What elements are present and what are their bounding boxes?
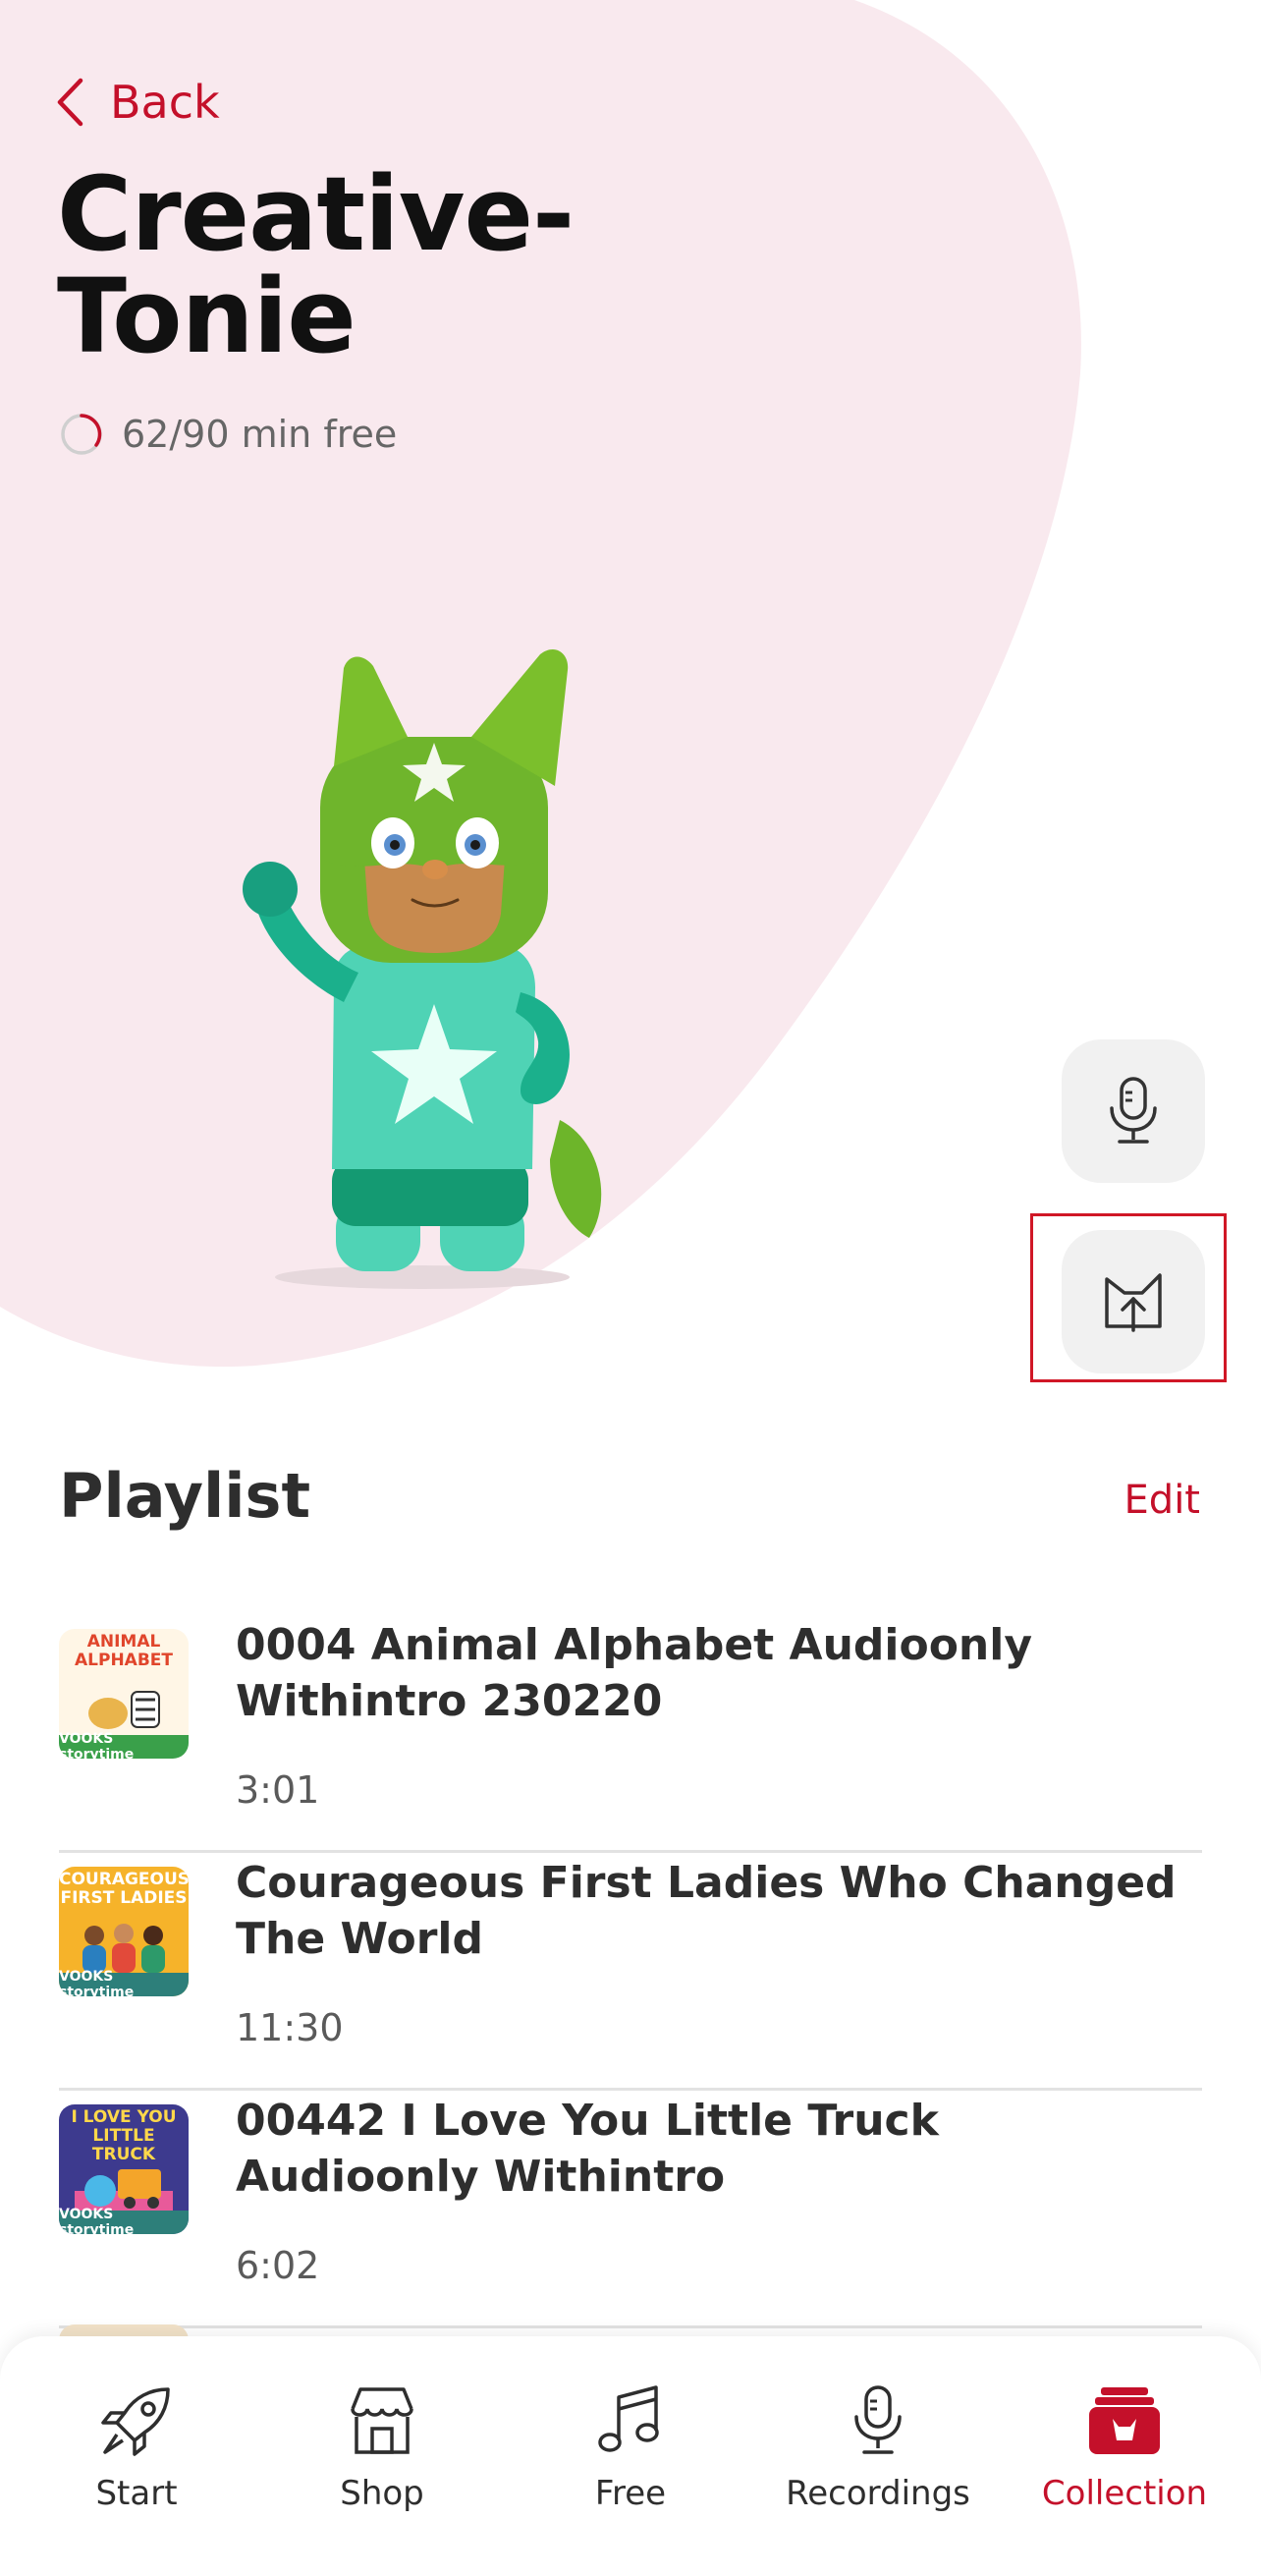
track-cover-label: VOOKS storytime: [59, 2207, 189, 2234]
record-button[interactable]: [1062, 1039, 1205, 1183]
tab-recordings[interactable]: Recordings: [765, 2383, 991, 2531]
playlist-track[interactable]: ANIMAL ALPHABET VOOKS storytime 0004 Ani…: [59, 1617, 1202, 1853]
tab-free[interactable]: Free: [518, 2383, 743, 2531]
tab-label: Shop: [340, 2474, 424, 2513]
music-note-icon: [598, 2385, 659, 2452]
microphone-icon: [854, 2385, 902, 2454]
playlist-heading: Playlist: [59, 1460, 311, 1532]
selection-highlight: [1030, 1213, 1227, 1382]
free-time-label: 62/90 min free: [122, 413, 398, 456]
track-title: 0004 Animal Alphabet Audioonly Withintro…: [236, 1620, 1033, 1726]
track-cover-text: COURAGEOUS FIRST LADIES: [59, 1870, 189, 1908]
microphone-icon: [1110, 1077, 1157, 1144]
tab-label: Free: [594, 2474, 667, 2513]
page-title-line-2: Tonie: [57, 256, 356, 376]
tab-start[interactable]: Start: [24, 2383, 249, 2531]
playlist-track[interactable]: COURAGEOUS FIRST LADIES VOOKS storytime …: [59, 1855, 1202, 2091]
playlist-track[interactable]: I LOVE YOU LITTLE TRUCK VOOKS storytime …: [59, 2093, 1202, 2328]
tab-label: Collection: [1041, 2474, 1208, 2513]
tab-label: Start: [95, 2474, 178, 2513]
back-label: Back: [110, 76, 220, 129]
track-cover-text: I LOVE YOU LITTLE TRUCK: [71, 2107, 177, 2164]
tab-collection[interactable]: Collection: [1012, 2383, 1237, 2531]
track-cover-image: ANIMAL ALPHABET VOOKS storytime: [59, 1629, 189, 1759]
tonie-figure-image: [226, 648, 658, 1297]
track-cover-label: VOOKS storytime: [59, 1731, 189, 1759]
page-title-line-1: Creative-: [57, 154, 575, 274]
chevron-left-icon: [57, 78, 83, 127]
track-cover-label: VOOKS storytime: [59, 1969, 189, 1996]
progress-ring-icon: [61, 414, 102, 455]
track-duration: 6:02: [236, 2244, 320, 2287]
page-title: Creative- Tonie: [57, 154, 575, 376]
track-duration: 3:01: [236, 1768, 320, 1812]
track-title: 00442 I Love You Little Truck Audioonly …: [236, 2096, 939, 2202]
bottom-tab-bar: Start Shop Free Recordings Collection: [0, 2336, 1261, 2576]
tab-shop[interactable]: Shop: [269, 2383, 495, 2531]
rocket-icon: [101, 2387, 170, 2456]
track-cover-image: I LOVE YOU LITTLE TRUCK VOOKS storytime: [59, 2104, 189, 2234]
free-time-indicator: 62/90 min free: [59, 405, 397, 464]
track-title: Courageous First Ladies Who Changed The …: [236, 1858, 1177, 1964]
shop-icon: [351, 2387, 413, 2454]
track-duration: 11:30: [236, 2006, 344, 2049]
track-cover-image: COURAGEOUS FIRST LADIES VOOKS storytime: [59, 1867, 189, 1996]
back-button[interactable]: Back: [55, 71, 220, 134]
track-cover-text: ANIMAL ALPHABET: [75, 1632, 173, 1670]
edit-playlist-link[interactable]: Edit: [1124, 1478, 1200, 1523]
collection-icon: [1089, 2387, 1160, 2454]
tab-label: Recordings: [786, 2474, 970, 2513]
